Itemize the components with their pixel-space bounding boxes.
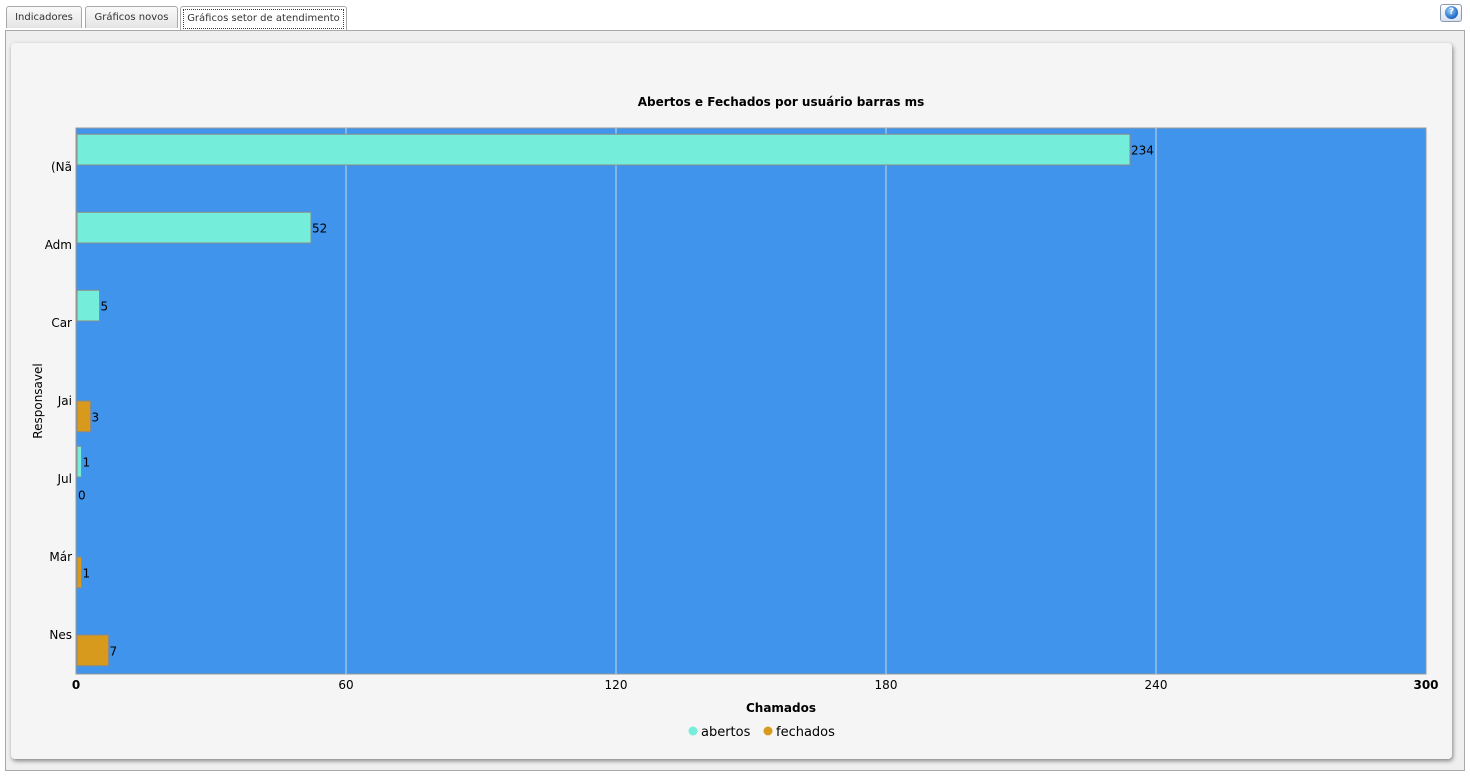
x-axis-label: Chamados: [746, 701, 816, 715]
bar-fechados: [76, 634, 109, 667]
data-label: 1: [83, 456, 91, 470]
bar-chart: Abertos e Fechados por usuário barras ms…: [31, 95, 1439, 740]
data-label: 1: [83, 566, 91, 580]
data-label: 7: [110, 644, 118, 658]
legend-label-fechados: fechados: [776, 725, 835, 740]
y-axis-label: Responsavel: [31, 363, 45, 438]
bar-fechados: [76, 556, 82, 589]
y-tick-label: Jai: [57, 394, 72, 408]
bar-abertos: [76, 211, 312, 244]
plot-area: [75, 127, 1427, 675]
bar-abertos: [76, 289, 100, 322]
legend-marker-abertos: [688, 726, 698, 736]
y-tick-label: Jul: [57, 472, 72, 486]
x-tick-label: 300: [1413, 678, 1438, 692]
bar-abertos: [76, 445, 82, 478]
x-tick-label: 180: [875, 678, 898, 692]
data-label: 0: [78, 488, 86, 502]
data-label: 3: [92, 410, 100, 424]
bar-fechados: [76, 400, 91, 433]
x-tick-label: 240: [1145, 678, 1168, 692]
x-tick-label: 120: [605, 678, 628, 692]
chart-legend: abertos fechados: [688, 725, 835, 740]
legend-marker-fechados: [763, 726, 773, 736]
y-tick-label: (Nã: [51, 160, 72, 174]
y-tick-label: Car: [51, 316, 72, 330]
legend-label-abertos: abertos: [701, 725, 751, 740]
x-tick-label: 0: [72, 678, 80, 692]
bar-abertos: [76, 133, 1131, 166]
data-label: 5: [101, 300, 109, 314]
y-tick-label: Adm: [45, 238, 72, 252]
data-label: 52: [312, 222, 327, 236]
x-tick-label: 60: [338, 678, 353, 692]
data-label: 234: [1131, 144, 1154, 158]
chart-title: Abertos e Fechados por usuário barras ms: [638, 95, 925, 109]
y-tick-label: Már: [49, 550, 72, 564]
y-tick-label: Nes: [49, 628, 72, 642]
